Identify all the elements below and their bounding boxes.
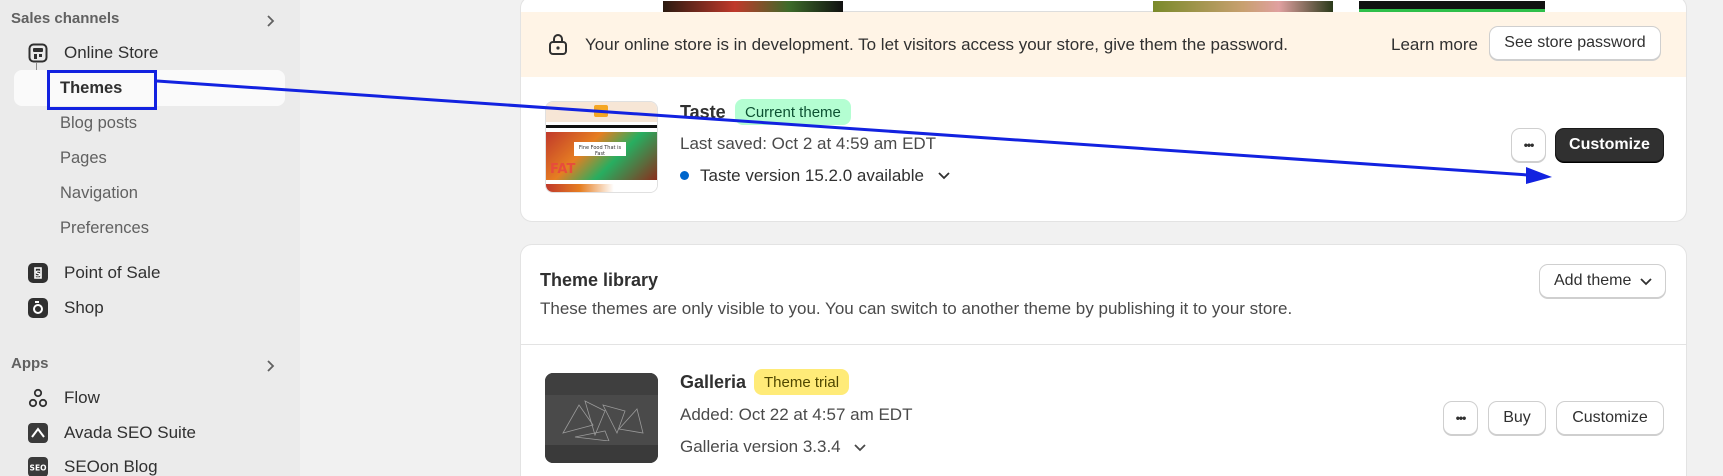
nav-shop[interactable]: Shop <box>14 291 285 325</box>
theme-library-title: Theme library <box>540 270 659 290</box>
version-notice[interactable]: Taste version 15.2.0 available <box>700 166 924 186</box>
nav-app-flow-label: Flow <box>64 388 100 407</box>
annotation-highlight-box <box>47 70 157 110</box>
galleria-theme-name: Galleria <box>680 372 747 392</box>
divider <box>521 344 1686 345</box>
svg-text:S: S <box>35 270 41 279</box>
seo-icon-text: SEO <box>30 464 47 473</box>
customize-current-theme-button[interactable]: Customize <box>1555 128 1664 162</box>
chevron-right-icon[interactable] <box>263 13 279 29</box>
nav-app-avada-label: Avada SEO Suite <box>64 423 196 442</box>
theme-library-card: Theme library These themes are only visi… <box>520 244 1687 476</box>
dev-banner: Your online store is in development. To … <box>521 12 1686 77</box>
more-actions-button[interactable]: ••• <box>1511 128 1546 162</box>
nav-app-seoon[interactable]: SEO SEOon Blog <box>14 450 285 476</box>
chevron-right-icon[interactable] <box>263 358 279 374</box>
galleria-theme-thumbnail[interactable] <box>545 373 658 463</box>
nav-online-store[interactable]: Online Store <box>14 36 285 70</box>
seoon-icon: SEO <box>27 456 49 476</box>
nav-blog-posts[interactable]: Blog posts <box>60 108 137 138</box>
chevron-down-icon[interactable] <box>853 443 867 453</box>
chevron-down-icon[interactable] <box>937 171 951 181</box>
pos-icon: S <box>27 262 49 284</box>
avada-icon <box>27 422 49 444</box>
shop-icon <box>27 297 49 319</box>
current-theme-name: Taste <box>680 102 726 122</box>
add-theme-button[interactable]: Add theme <box>1539 264 1666 298</box>
nav-pages[interactable]: Pages <box>60 143 107 173</box>
buy-button[interactable]: Buy <box>1488 401 1546 435</box>
store-icon <box>27 42 49 64</box>
learn-more-link[interactable]: Learn more <box>1391 35 1478 55</box>
dev-banner-message: Your online store is in development. To … <box>585 34 1289 54</box>
add-theme-label: Add theme <box>1554 272 1632 289</box>
taste-theme-thumbnail[interactable]: Fine Food That is Fast FAT <box>545 101 658 193</box>
nav-navigation[interactable]: Navigation <box>60 178 138 208</box>
sales-channels-heading: Sales channels <box>11 10 120 27</box>
thumb-caption: Fine Food That is Fast <box>574 142 626 157</box>
sidebar: Sales channels Online Store Themes Blog … <box>0 0 300 476</box>
see-store-password-button[interactable]: See store password <box>1489 26 1661 60</box>
nav-preferences[interactable]: Preferences <box>60 213 149 243</box>
theme-trial-badge: Theme trial <box>754 369 850 395</box>
nav-online-store-label: Online Store <box>64 43 159 62</box>
lock-icon <box>549 34 567 55</box>
current-theme-card: Your online store is in development. To … <box>520 0 1687 222</box>
galleria-customize-button[interactable]: Customize <box>1556 401 1664 435</box>
version-dot <box>680 171 689 180</box>
nav-point-of-sale[interactable]: S Point of Sale <box>14 256 285 290</box>
theme-library-description: These themes are only visible to you. Yo… <box>540 299 1293 318</box>
flow-icon <box>27 387 49 409</box>
nav-app-flow[interactable]: Flow <box>14 381 285 415</box>
current-theme-badge: Current theme <box>735 99 851 125</box>
apps-heading: Apps <box>11 355 49 372</box>
galleria-version-text[interactable]: Galleria version 3.3.4 <box>680 437 841 457</box>
nav-app-seoon-label: SEOon Blog <box>64 457 158 476</box>
last-saved-text: Last saved: Oct 2 at 4:59 am EDT <box>680 134 937 153</box>
thumb-word: FAT <box>550 162 576 177</box>
nav-point-of-sale-label: Point of Sale <box>64 263 161 282</box>
chevron-down-icon <box>1640 278 1652 286</box>
nav-shop-label: Shop <box>64 298 104 317</box>
nav-app-avada[interactable]: Avada SEO Suite <box>14 416 285 450</box>
galleria-more-actions-button[interactable]: ••• <box>1443 401 1478 435</box>
galleria-added-text: Added: Oct 22 at 4:57 am EDT <box>680 405 913 424</box>
